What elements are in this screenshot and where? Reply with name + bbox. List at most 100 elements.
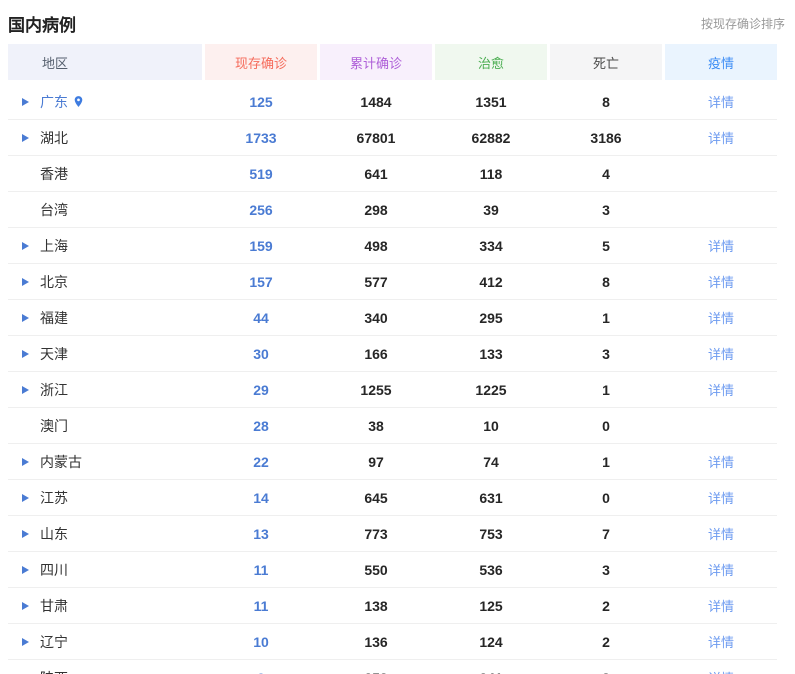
table-header-row: 地区 现存确诊 累计确诊 治愈 死亡 疫情 [8, 44, 795, 80]
expand-arrow-icon[interactable] [22, 638, 29, 646]
detail-link[interactable]: 详情 [708, 491, 734, 506]
detail-link[interactable]: 详情 [708, 563, 734, 578]
table-row[interactable]: 江苏 14 645 631 0 详情 [8, 480, 777, 516]
expand-arrow-icon[interactable] [22, 98, 29, 106]
existing-confirmed-value: 1733 [205, 130, 317, 146]
cumulative-confirmed-value: 645 [320, 490, 432, 506]
expand-arrow-icon[interactable] [22, 386, 29, 394]
expand-arrow-icon[interactable] [22, 602, 29, 610]
table-row[interactable]: 湖北 1733 67801 62882 3186 详情 [8, 120, 777, 156]
region-name: 浙江 [40, 380, 68, 400]
expand-arrow-icon[interactable] [22, 242, 29, 250]
region-cell: 四川 [8, 560, 202, 580]
deaths-value: 1 [550, 310, 662, 326]
existing-confirmed-value: 11 [205, 562, 317, 578]
deaths-value: 0 [550, 418, 662, 434]
cured-value: 412 [435, 274, 547, 290]
region-name: 内蒙古 [40, 452, 82, 472]
expand-arrow-icon[interactable] [22, 134, 29, 142]
expand-arrow-icon[interactable] [22, 314, 29, 322]
cured-value: 133 [435, 346, 547, 362]
column-header-region[interactable]: 地区 [8, 44, 202, 80]
detail-link[interactable]: 详情 [708, 383, 734, 398]
existing-confirmed-value: 256 [205, 202, 317, 218]
deaths-value: 3 [550, 346, 662, 362]
cumulative-confirmed-value: 1484 [320, 94, 432, 110]
table-row[interactable]: 内蒙古 22 97 74 1 详情 [8, 444, 777, 480]
table-row[interactable]: 陕西 9 253 241 3 详情 [8, 660, 777, 674]
detail-link[interactable]: 详情 [708, 635, 734, 650]
table-row[interactable]: 山东 13 773 753 7 详情 [8, 516, 777, 552]
deaths-value: 3 [550, 202, 662, 218]
detail-link[interactable]: 详情 [708, 131, 734, 146]
table-row[interactable]: 天津 30 166 133 3 详情 [8, 336, 777, 372]
table-row[interactable]: 北京 157 577 412 8 详情 [8, 264, 777, 300]
detail-link[interactable]: 详情 [708, 239, 734, 254]
cured-value: 1351 [435, 94, 547, 110]
detail-link[interactable]: 详情 [708, 599, 734, 614]
cured-value: 295 [435, 310, 547, 326]
cured-value: 334 [435, 238, 547, 254]
region-cell: 香港 [8, 164, 202, 184]
panel-header: 国内病例 按现存确诊排序 [0, 0, 795, 44]
expand-arrow-icon[interactable] [22, 566, 29, 574]
column-header-cumulative-confirmed[interactable]: 累计确诊 [320, 44, 432, 80]
region-cell: 天津 [8, 344, 202, 364]
detail-link[interactable]: 详情 [708, 311, 734, 326]
deaths-value: 5 [550, 238, 662, 254]
column-header-deaths[interactable]: 死亡 [550, 44, 662, 80]
region-name: 上海 [40, 236, 68, 256]
region-name: 澳门 [40, 416, 68, 436]
deaths-value: 0 [550, 490, 662, 506]
cured-value: 62882 [435, 130, 547, 146]
detail-link[interactable]: 详情 [708, 455, 734, 470]
table-row[interactable]: 甘肃 11 138 125 2 详情 [8, 588, 777, 624]
expand-arrow-icon[interactable] [22, 350, 29, 358]
existing-confirmed-value: 159 [205, 238, 317, 254]
column-header-existing-confirmed[interactable]: 现存确诊 [205, 44, 317, 80]
table-row[interactable]: 香港 519 641 118 4 [8, 156, 777, 192]
table-row[interactable]: 浙江 29 1255 1225 1 详情 [8, 372, 777, 408]
column-header-cured[interactable]: 治愈 [435, 44, 547, 80]
expand-arrow-icon[interactable] [22, 278, 29, 286]
expand-arrow-icon[interactable] [22, 530, 29, 538]
region-cell: 江苏 [8, 488, 202, 508]
table-row[interactable]: 辽宁 10 136 124 2 详情 [8, 624, 777, 660]
cured-value: 118 [435, 166, 547, 182]
detail-link[interactable]: 详情 [708, 95, 734, 110]
expand-arrow-icon[interactable] [22, 458, 29, 466]
region-cell: 上海 [8, 236, 202, 256]
detail-link[interactable]: 详情 [708, 527, 734, 542]
region-name: 辽宁 [40, 632, 68, 652]
existing-confirmed-value: 519 [205, 166, 317, 182]
cured-value: 74 [435, 454, 547, 470]
region-cell: 甘肃 [8, 596, 202, 616]
region-name: 甘肃 [40, 596, 68, 616]
region-name: 陕西 [40, 668, 68, 674]
region-cell: 陕西 [8, 668, 202, 674]
detail-link[interactable]: 详情 [708, 347, 734, 362]
table-row[interactable]: 台湾 256 298 39 3 [8, 192, 777, 228]
region-cell: 福建 [8, 308, 202, 328]
table-row[interactable]: 四川 11 550 536 3 详情 [8, 552, 777, 588]
cumulative-confirmed-value: 550 [320, 562, 432, 578]
cumulative-confirmed-value: 138 [320, 598, 432, 614]
cumulative-confirmed-value: 97 [320, 454, 432, 470]
expand-arrow-icon[interactable] [22, 494, 29, 502]
domestic-cases-panel: 国内病例 按现存确诊排序 地区 现存确诊 累计确诊 治愈 死亡 疫情 广东 12… [0, 0, 795, 674]
region-name: 江苏 [40, 488, 68, 508]
table-row[interactable]: 福建 44 340 295 1 详情 [8, 300, 777, 336]
detail-link[interactable]: 详情 [708, 275, 734, 290]
deaths-value: 2 [550, 598, 662, 614]
region-name: 四川 [40, 560, 68, 580]
column-header-epidemic[interactable]: 疫情 [665, 44, 777, 80]
table-row[interactable]: 上海 159 498 334 5 详情 [8, 228, 777, 264]
table-row[interactable]: 广东 125 1484 1351 8 详情 [8, 84, 777, 120]
cured-value: 125 [435, 598, 547, 614]
table-row[interactable]: 澳门 28 38 10 0 [8, 408, 777, 444]
region-cell: 北京 [8, 272, 202, 292]
page-title: 国内病例 [8, 11, 76, 36]
deaths-value: 3 [550, 562, 662, 578]
cumulative-confirmed-value: 38 [320, 418, 432, 434]
deaths-value: 4 [550, 166, 662, 182]
